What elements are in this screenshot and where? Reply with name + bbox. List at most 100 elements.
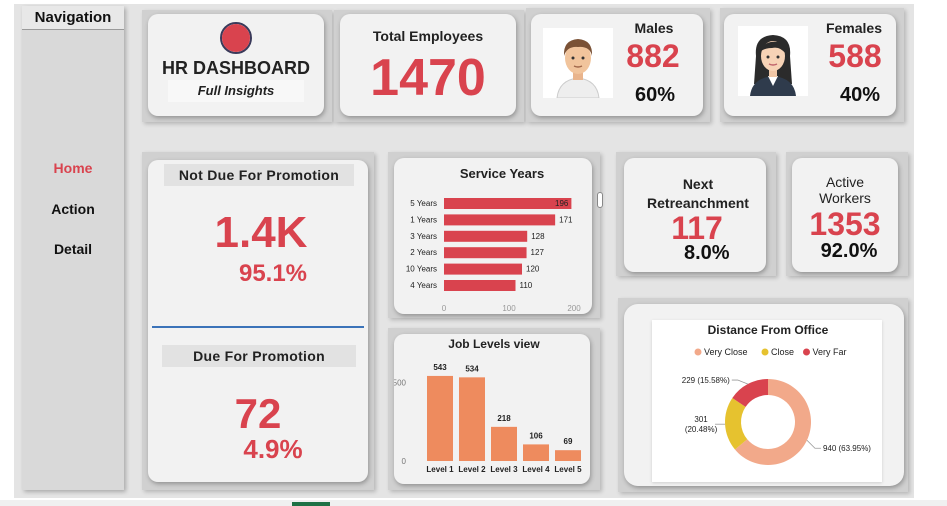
nav-item-action[interactable]: Action [22,201,124,217]
active-workers-card: Active Workers 1353 92.0% [792,158,898,272]
navigation-title: Navigation [22,6,124,30]
job-level-data-label: 69 [564,437,573,446]
scrollbar-handle[interactable] [597,192,603,208]
job-level-category-label: Level 5 [554,465,582,474]
legend-marker [761,348,769,356]
service-category-label: 10 Years [406,265,437,274]
active-workers-value: 1353 [809,206,881,242]
job-level-category-label: Level 4 [522,465,550,474]
active-sheet-tab[interactable] [292,502,330,506]
retrenchment-card: Next Retreanchment 117 8.0% [624,158,766,272]
service-category-label: 2 Years [410,248,437,257]
legend-label: Close [771,347,794,357]
job-level-data-label: 543 [433,363,447,372]
active-workers-label-line2: Workers [819,190,871,206]
service-bar [444,247,527,259]
not-due-promotion-percent: 95.1% [238,260,308,287]
total-employees-value: 1470 [370,49,486,107]
service-category-label: 5 Years [410,199,437,208]
dashboard-subtitle: Full Insights [168,80,304,102]
job-level-bar [555,450,581,461]
due-promotion-percent: 4.9% [243,434,303,464]
females-value: 588 [828,38,882,74]
service-data-label: 127 [531,248,545,257]
service-x-tick: 100 [502,304,516,313]
donut-data-label: (20.48%) [685,425,718,434]
job-level-bar [523,444,549,461]
females-card: Females 588 40% [724,14,896,116]
service-years-title: Service Years [460,166,544,181]
service-bar [444,230,528,242]
woman-avatar-icon [738,26,808,96]
retrenchment-percent: 8.0% [684,242,730,264]
service-x-tick: 0 [442,304,447,313]
service-data-label: 171 [559,215,573,224]
job-level-data-label: 534 [465,364,479,373]
active-workers-percent: 92.0% [820,240,878,262]
due-promotion-label: Due For Promotion [162,345,356,367]
active-workers-label-line1: Active [825,174,865,190]
retrenchment-label-line2: Retreanchment [647,195,749,211]
job-level-category-label: Level 2 [458,465,486,474]
service-data-label: 120 [526,265,540,274]
not-due-promotion-value: 1.4K [214,208,308,257]
job-level-bar [459,377,485,461]
donut-leader-line [806,439,821,449]
legend-marker [803,348,810,356]
distance-chart-frame: Distance From Office Very Close Close Very… [652,320,882,482]
service-bar [444,214,556,226]
females-percent: 40% [840,84,881,106]
service-x-tick: 200 [567,304,581,313]
service-years-card: Service Years 5 Years 196 1 Years 171 3 Year… [394,158,592,314]
job-level-y-tick: 500 [394,379,407,388]
donut-data-label: 301 [694,415,708,424]
males-value: 882 [626,38,680,74]
males-percent: 60% [635,84,676,106]
donut-leader-line [731,379,748,385]
service-category-label: 3 Years [410,232,437,241]
service-years-chart: Service Years 5 Years 196 1 Years 171 3 Year… [406,166,581,313]
dashboard-title: HR DASHBOARD [162,58,310,78]
service-bar [444,263,522,275]
service-category-label: 1 Years [410,215,437,224]
nav-item-detail[interactable]: Detail [22,241,124,257]
males-label: Males [634,20,674,36]
job-level-data-label: 106 [529,431,543,440]
job-level-bar [427,375,453,461]
job-level-bar [491,426,517,461]
females-label: Females [825,20,883,36]
job-level-category-label: Level 3 [490,465,518,474]
due-promotion-value: 72 [234,390,282,437]
service-data-label: 128 [531,232,545,241]
retrenchment-label-line1: Next [682,176,714,192]
males-card: Males 882 60% [531,14,703,116]
promotion-card: Not Due For Promotion 1.4K 95.1% Due For… [148,160,368,482]
total-employees-card: Total Employees 1470 [340,14,516,116]
distance-donut-chart: Distance From Office Very Close Close Very… [682,323,871,465]
legend-marker [694,348,702,356]
man-avatar-icon [543,28,613,99]
job-levels-title: Job Levels view [448,337,540,351]
job-levels-chart: Job Levels view 543 Level 1 534 Level 2 218 L… [394,337,582,474]
service-data-label: 196 [555,199,569,208]
donut-data-label: 940 (63.95%) [823,444,871,453]
title-card: HR DASHBOARD Full Insights [148,14,324,116]
navigation-panel: Navigation Home Action Detail [22,6,124,490]
service-bar [444,198,572,209]
sheet-tabs-strip [0,500,947,506]
not-due-promotion-label: Not Due For Promotion [164,164,354,186]
nav-item-home[interactable]: Home [22,160,124,176]
job-level-category-label: Level 1 [426,465,454,474]
total-employees-label: Total Employees [372,28,484,44]
distance-title: Distance From Office [708,323,829,337]
promotion-divider [152,326,364,328]
legend-label: Very Far [813,347,847,357]
service-category-label: 4 Years [410,281,437,290]
service-data-label: 110 [520,281,533,290]
legend-label: Very Close [704,347,748,357]
donut-data-label: 229 (15.58%) [682,376,730,385]
job-level-data-label: 218 [497,414,511,423]
job-level-y-tick: 0 [402,457,407,466]
job-levels-card: Job Levels view 543 Level 1 534 Level 2 218 L… [394,334,590,484]
logo-circle-icon [220,22,252,54]
